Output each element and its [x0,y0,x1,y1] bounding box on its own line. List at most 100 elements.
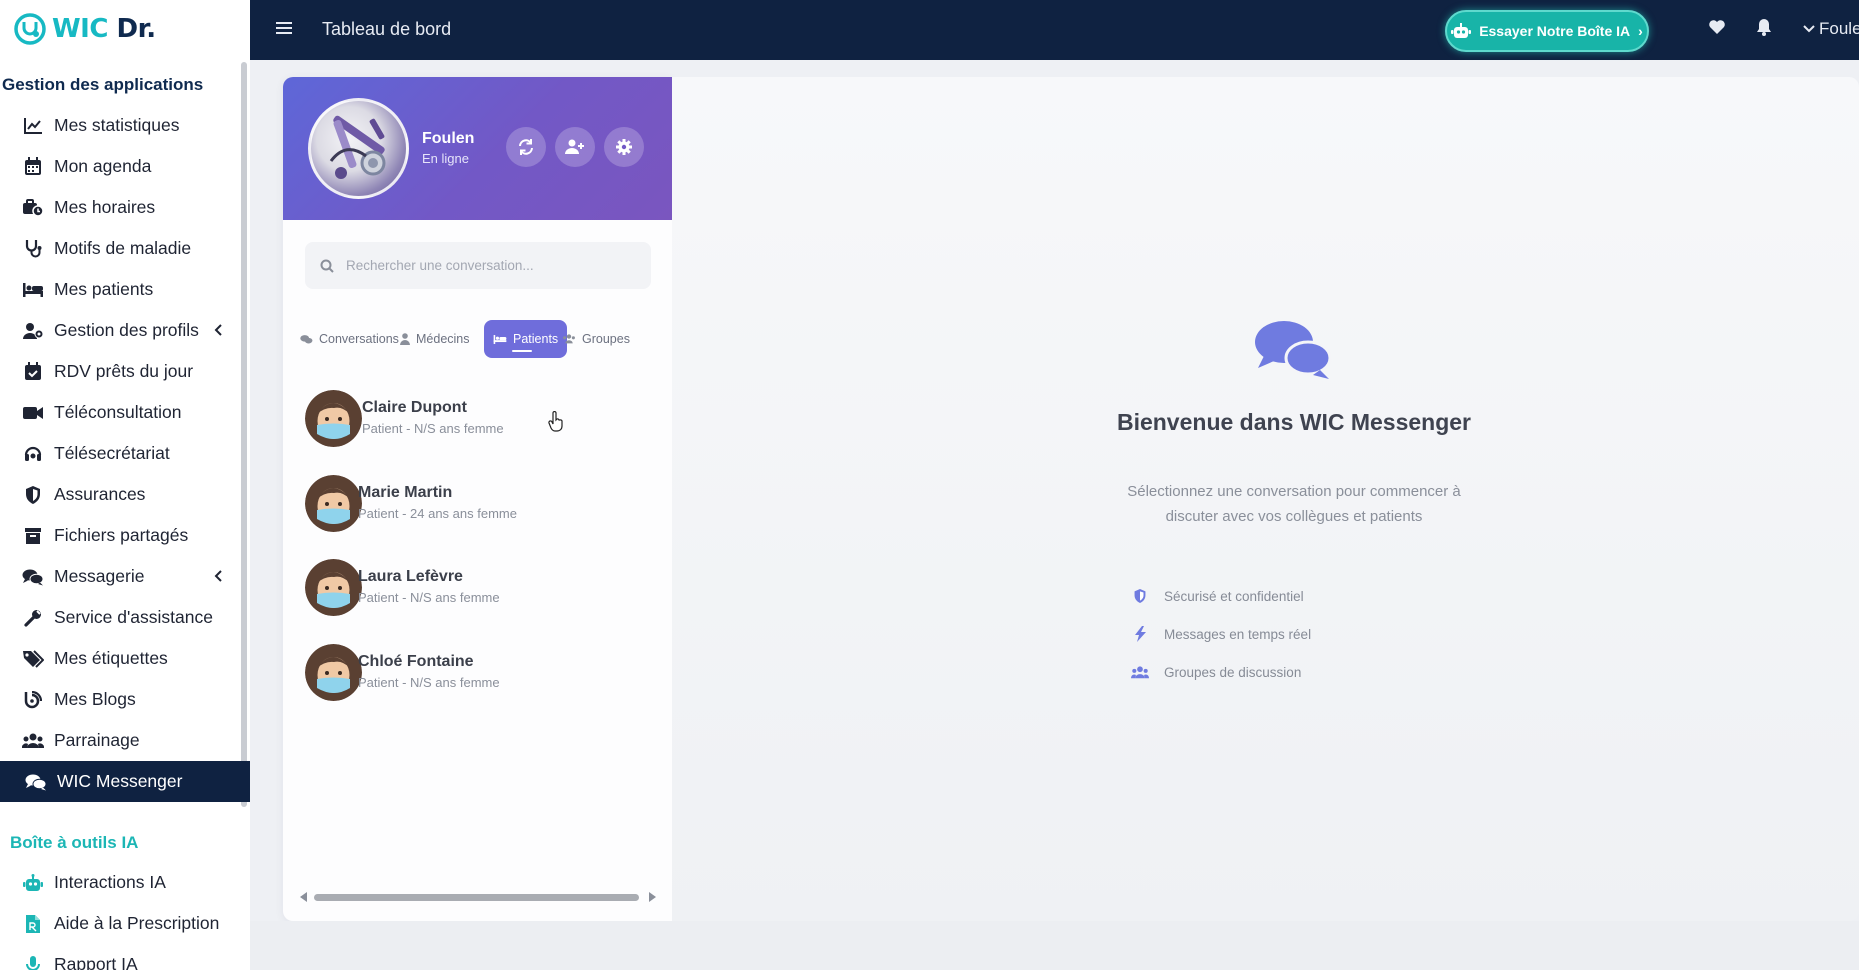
conversations-panel: Foulen En ligne Conversations Médecins P… [283,77,672,921]
scroll-right-arrow-icon[interactable] [648,892,656,902]
welcome-subtitle: Sélectionnez une conversation pour comme… [1127,483,1461,525]
top-navbar: Tableau de bord Essayer Notre Boîte IA ›… [250,0,1859,60]
sidebar-item-label: Interactions IA [54,872,166,892]
app-logo[interactable]: WIC Dr. [14,12,156,46]
bed-icon [22,279,44,301]
gear-icon [616,139,632,155]
robot-icon [22,872,44,894]
tab-conversations[interactable]: Conversations [300,320,399,358]
contact-name: Chloé Fontaine [358,653,474,670]
page-footer-area [250,921,1859,970]
sidebar-item-profils[interactable]: Gestion des profils [0,310,238,351]
user-md-icon [400,333,410,345]
stethoscope-logo-icon [14,13,46,45]
file-prescription-icon [22,913,44,935]
calendar-check-icon [22,361,44,383]
profile-name: Foulen [422,130,475,147]
sidebar-item-rapport-ia[interactable]: Rapport IA [0,944,238,970]
wrench-icon [22,607,44,629]
logo-wic-text: WIC [52,14,108,44]
contact-name: Claire Dupont [362,399,467,416]
feature-groups: Groupes de discussion [1131,663,1301,681]
sidebar-item-label: Mes horaires [54,197,156,217]
archive-icon [22,525,44,547]
medical-tools-image [329,115,386,179]
profile-status: En ligne [422,151,469,166]
sidebar-item-teleconsultation[interactable]: Téléconsultation [0,392,238,433]
hand-pointer-cursor-icon [548,411,563,432]
sidebar-item-wic-messenger[interactable]: WIC Messenger [0,761,250,802]
sidebar: WIC Dr. Gestion des applications Mes sta… [0,0,250,970]
contact-subtitle: Patient - 24 ans ans femme [358,506,517,521]
tab-label: Groupes [582,332,630,346]
sidebar-item-rdv[interactable]: RDV prêts du jour [0,351,238,392]
sidebar-item-label: Fichiers partagés [54,525,189,545]
sidebar-item-label: Rapport IA [54,954,138,970]
robot-icon [1451,23,1472,38]
scrollbar-thumb[interactable] [314,894,639,901]
sidebar-item-fichiers[interactable]: Fichiers partagés [0,515,238,556]
contact-name: Laura Lefèvre [358,568,463,585]
welcome-title: Bienvenue dans WIC Messenger [1116,409,1472,435]
sidebar-item-assurances[interactable]: Assurances [0,474,238,515]
tab-patients[interactable]: Patients [484,320,568,358]
contact-item[interactable]: Laura Lefèvre Patient - N/S ans femme [305,559,645,621]
conversation-search[interactable] [305,242,651,289]
bell-icon[interactable] [1754,17,1774,37]
comments-icon [25,771,47,793]
scroll-left-arrow-icon[interactable] [300,892,308,902]
patient-avatar [305,644,362,701]
sidebar-item-assistance[interactable]: Service d'assistance [0,597,238,638]
hamburger-menu-icon[interactable] [276,20,292,36]
sidebar-item-patients[interactable]: Mes patients [0,269,238,310]
refresh-icon [519,139,533,155]
shield-icon [1131,587,1149,605]
sidebar-item-messagerie[interactable]: Messagerie [0,556,238,597]
contact-item[interactable]: Chloé Fontaine Patient - N/S ans femme [305,644,645,706]
refresh-button[interactable] [506,127,546,167]
stethoscope-icon [22,238,44,260]
sidebar-item-label: Mes Blogs [54,689,136,709]
sidebar-item-etiquettes[interactable]: Mes étiquettes [0,638,238,679]
contact-item[interactable]: Marie Martin Patient - 24 ans ans femme [305,475,645,537]
sidebar-item-interactions-ia[interactable]: Interactions IA [0,862,238,903]
patient-avatar [305,390,362,447]
sidebar-item-aide-prescription[interactable]: Aide à la Prescription [0,903,238,944]
sidebar-item-blogs[interactable]: Mes Blogs [0,679,238,720]
profile-avatar[interactable] [308,98,409,199]
sidebar-item-label: Mes patients [54,279,154,299]
search-icon [320,259,334,273]
sidebar-item-statistiques[interactable]: Mes statistiques [0,105,238,146]
active-tab-indicator [512,350,532,352]
sidebar-item-motifs[interactable]: Motifs de maladie [0,228,238,269]
tab-groupes[interactable]: Groupes [562,320,630,358]
tab-medecins[interactable]: Médecins [400,320,470,358]
sidebar-item-label: Motifs de maladie [54,238,192,258]
settings-button[interactable] [604,127,644,167]
feature-label: Groupes de discussion [1164,664,1302,680]
horizontal-scrollbar[interactable] [300,891,656,903]
sidebar-item-agenda[interactable]: Mon agenda [0,146,238,187]
sidebar-item-label: Messagerie [54,566,145,586]
contact-item[interactable]: Claire Dupont Patient - N/S ans femme [305,390,645,452]
user-plus-icon [565,139,584,154]
patient-avatar [305,475,362,532]
user-gear-icon [22,320,44,342]
try-ai-toolbox-button[interactable]: Essayer Notre Boîte IA › [1445,10,1649,52]
tags-icon [22,648,44,670]
sidebar-item-label: Parrainage [54,730,140,750]
feature-label: Sécurisé et confidentiel [1164,588,1304,604]
chevron-left-icon [214,324,222,336]
search-input[interactable] [346,258,626,273]
profile-header: Foulen En ligne [283,77,672,220]
sidebar-item-label: WIC Messenger [57,771,183,791]
sidebar-item-parrainage[interactable]: Parrainage [0,720,238,761]
tab-label: Médecins [416,332,470,346]
sidebar-scrollbar[interactable] [241,62,247,807]
logo-dr-text: Dr. [116,14,157,44]
user-menu[interactable]: Foule [1803,19,1859,39]
heart-icon[interactable] [1707,17,1727,37]
sidebar-item-telesecretariat[interactable]: Télésecrétariat [0,433,238,474]
sidebar-item-horaires[interactable]: Mes horaires [0,187,238,228]
add-contact-button[interactable] [555,127,595,167]
